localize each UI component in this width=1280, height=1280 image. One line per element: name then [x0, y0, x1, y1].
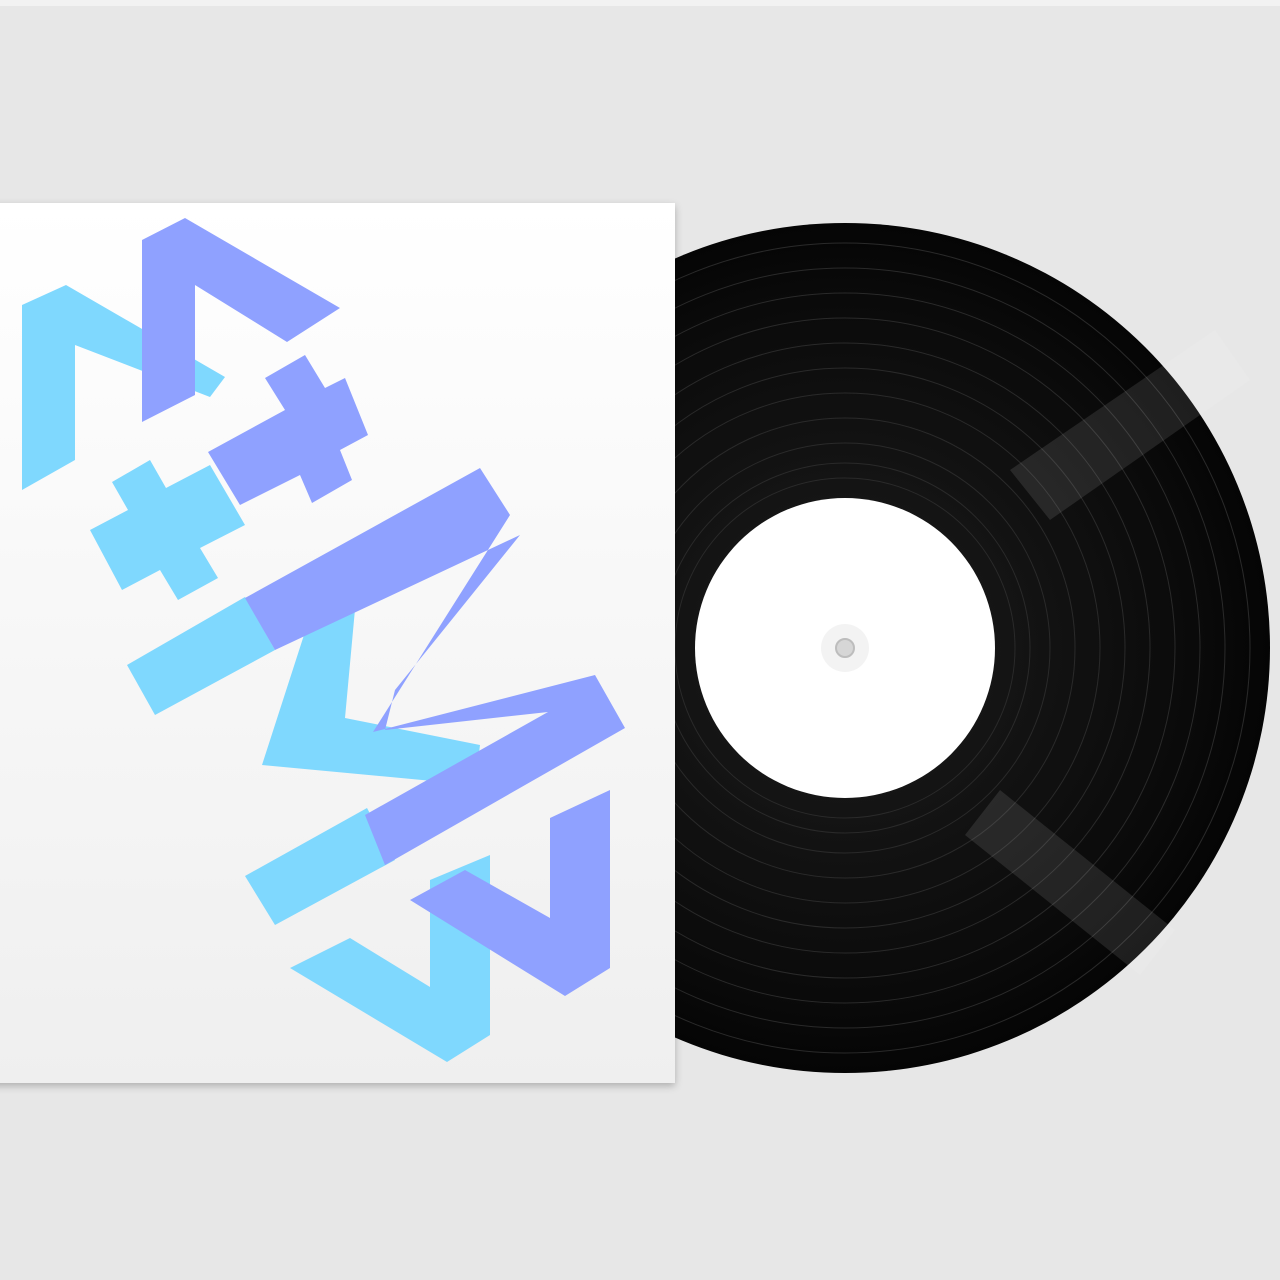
spindle-hole — [835, 638, 855, 658]
backdrop-top-edge — [0, 0, 1280, 6]
album-scene — [0, 0, 1280, 1280]
